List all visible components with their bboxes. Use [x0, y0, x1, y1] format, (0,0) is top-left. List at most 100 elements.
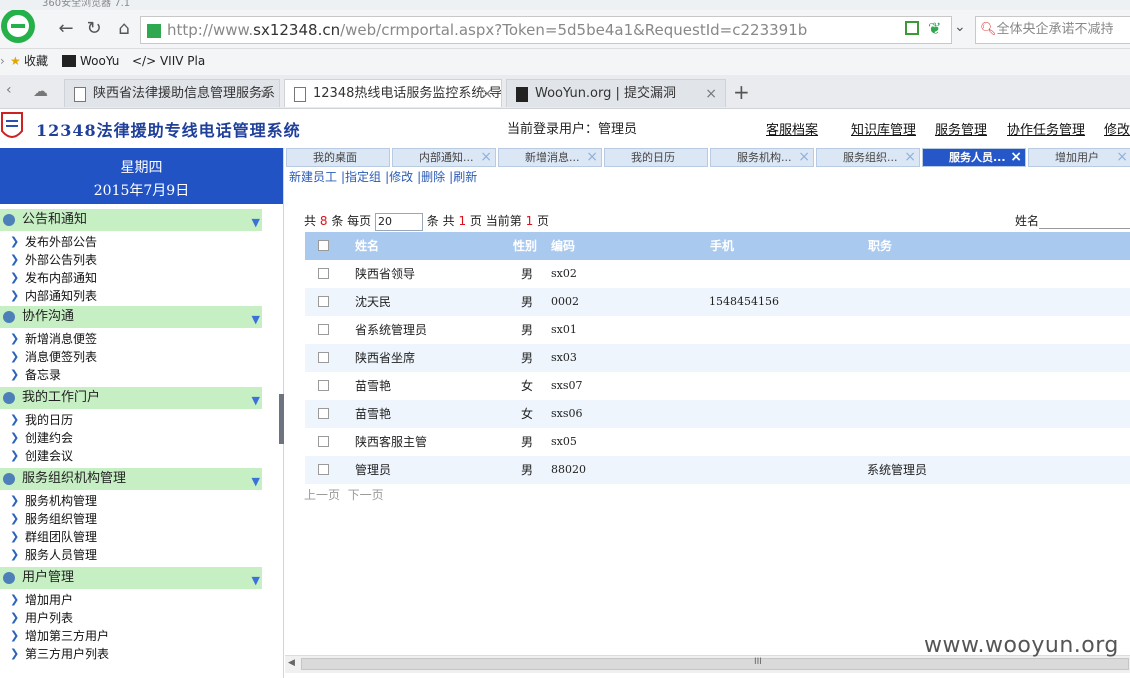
- close-icon[interactable]: ×: [705, 80, 717, 107]
- nav-task-management[interactable]: 协作任务管理: [1007, 119, 1085, 138]
- row-checkbox[interactable]: [318, 408, 329, 419]
- sidebar-section-2[interactable]: 我的工作门户 ▼: [0, 387, 262, 409]
- row-checkbox[interactable]: [318, 436, 329, 447]
- close-icon[interactable]: ×: [1116, 149, 1128, 166]
- sidebar-item[interactable]: ❯ 外部公告列表: [0, 251, 262, 269]
- browser-tab-2[interactable]: 12348热线电话服务监控系统-导 ×: [284, 79, 502, 107]
- sidebar-item[interactable]: ❯ 第三方用户列表: [0, 645, 262, 663]
- scrollbar-thumb[interactable]: III: [301, 657, 1129, 670]
- back-button[interactable]: ←: [55, 18, 77, 40]
- home-button[interactable]: ⌂: [113, 18, 135, 40]
- row-checkbox[interactable]: [318, 296, 329, 307]
- scroll-left-icon[interactable]: ◀: [288, 658, 295, 668]
- sidebar-section-0[interactable]: 公告和通知 ▼: [0, 209, 262, 231]
- inner-tab-3[interactable]: 我的日历: [604, 148, 708, 167]
- table-row[interactable]: 省系统管理员 男 sx01: [305, 316, 1130, 344]
- new-employee-button[interactable]: 新建员工: [289, 170, 337, 184]
- sidebar-item[interactable]: ❯ 服务人员管理: [0, 546, 262, 564]
- prev-page-link[interactable]: 上一页: [304, 488, 340, 502]
- collapse-icon[interactable]: ▼: [252, 471, 260, 493]
- sidebar-item[interactable]: ❯ 创建会议: [0, 447, 262, 465]
- sidebar-item[interactable]: ❯ 发布内部通知: [0, 269, 262, 287]
- close-icon[interactable]: ×: [259, 80, 271, 107]
- sidebar-item[interactable]: ❯ 发布外部公告: [0, 233, 262, 251]
- cloud-icon[interactable]: ☁: [33, 82, 48, 100]
- chevron-down-icon[interactable]: ⌄: [954, 19, 966, 35]
- collapse-icon[interactable]: ▼: [252, 212, 260, 234]
- bookmark-wooyu[interactable]: WooYu: [80, 49, 119, 73]
- leaf-icon[interactable]: ❦: [928, 19, 941, 38]
- close-icon[interactable]: ×: [481, 80, 493, 107]
- sidebar-item[interactable]: ❯ 我的日历: [0, 411, 262, 429]
- inner-tab-0[interactable]: 我的桌面: [286, 148, 390, 167]
- sidebar-section-1[interactable]: 协作沟通 ▼: [0, 306, 262, 328]
- header-code[interactable]: 编码: [551, 232, 575, 260]
- inner-tab-5[interactable]: 服务组织... ×: [816, 148, 920, 167]
- table-row[interactable]: 陕西省领导 男 sx02: [305, 260, 1130, 288]
- sidebar-item[interactable]: ❯ 群组团队管理: [0, 528, 262, 546]
- chevron-left-icon[interactable]: ‹: [6, 82, 12, 98]
- table-row[interactable]: 管理员 男 88020 系统管理员: [305, 456, 1130, 484]
- close-icon[interactable]: ×: [480, 149, 492, 166]
- url-field[interactable]: http://www.sx12348.cn/web/crmportal.aspx…: [140, 16, 952, 44]
- header-gender[interactable]: 性别: [513, 232, 537, 260]
- inner-tab-4[interactable]: 服务机构... ×: [710, 148, 814, 167]
- sidebar-splitter[interactable]: [279, 394, 284, 444]
- collapse-icon[interactable]: ▼: [252, 570, 260, 592]
- edit-button[interactable]: |修改: [385, 170, 413, 184]
- new-tab-button[interactable]: +: [733, 80, 750, 104]
- table-row[interactable]: 陕西客服主管 男 sx05: [305, 428, 1130, 456]
- row-checkbox[interactable]: [318, 380, 329, 391]
- table-row[interactable]: 沈天民 男 0002 1548454156: [305, 288, 1130, 316]
- sidebar-item[interactable]: ❯ 用户列表: [0, 609, 262, 627]
- row-checkbox[interactable]: [318, 464, 329, 475]
- close-icon[interactable]: ×: [798, 149, 810, 166]
- sidebar-item[interactable]: ❯ 增加用户: [0, 591, 262, 609]
- bookmark-favorites[interactable]: 收藏: [24, 49, 48, 73]
- close-icon[interactable]: ×: [904, 149, 916, 166]
- nav-knowledge-base[interactable]: 知识库管理: [851, 119, 916, 138]
- header-name[interactable]: 姓名: [355, 232, 379, 260]
- row-checkbox[interactable]: [318, 352, 329, 363]
- sidebar-item[interactable]: ❯ 创建约会: [0, 429, 262, 447]
- sidebar-item[interactable]: ❯ 服务机构管理: [0, 492, 262, 510]
- nav-service-management[interactable]: 服务管理: [935, 119, 987, 138]
- sidebar-item[interactable]: ❯ 服务组织管理: [0, 510, 262, 528]
- table-row[interactable]: 陕西省坐席 男 sx03: [305, 344, 1130, 372]
- nav-modify[interactable]: 修改: [1104, 119, 1130, 138]
- sidebar-section-3[interactable]: 服务组织机构管理 ▼: [0, 468, 262, 490]
- select-all-checkbox[interactable]: [318, 240, 329, 251]
- browser-tab-1[interactable]: 陕西省法律援助信息管理服务系 ×: [64, 79, 280, 107]
- assign-group-button[interactable]: |指定组: [341, 170, 381, 184]
- page-size-input[interactable]: 20: [374, 212, 423, 231]
- row-checkbox[interactable]: [318, 324, 329, 335]
- browser-tab-3[interactable]: WooYun.org | 提交漏洞 ×: [506, 79, 726, 107]
- inner-tab-2[interactable]: 新增消息... ×: [498, 148, 602, 167]
- sidebar-section-4[interactable]: 用户管理 ▼: [0, 567, 262, 589]
- table-row[interactable]: 苗雪艳 女 sxs07: [305, 372, 1130, 400]
- qr-code-icon[interactable]: [905, 21, 919, 35]
- collapse-icon[interactable]: ▼: [252, 309, 260, 331]
- refresh-grid-button[interactable]: |刷新: [449, 170, 477, 184]
- sidebar-item[interactable]: ❯ 内部通知列表: [0, 287, 262, 305]
- search-input[interactable]: 🔍︎全体央企承诺不减持: [975, 16, 1130, 44]
- sidebar-item[interactable]: ❯ 消息便签列表: [0, 348, 262, 366]
- next-page-link[interactable]: 下一页: [348, 488, 384, 502]
- inner-tab-6[interactable]: 服务人员... ×: [922, 148, 1026, 167]
- close-icon[interactable]: ×: [586, 149, 598, 166]
- header-title[interactable]: 职务: [868, 232, 892, 260]
- inner-tab-1[interactable]: 内部通知... ×: [392, 148, 496, 167]
- row-checkbox[interactable]: [318, 268, 329, 279]
- refresh-button[interactable]: ↻: [83, 18, 105, 40]
- header-phone[interactable]: 手机: [710, 232, 734, 260]
- sidebar-item[interactable]: ❯ 新增消息便签: [0, 330, 262, 348]
- sidebar-item[interactable]: ❯ 增加第三方用户: [0, 627, 262, 645]
- table-row[interactable]: 苗雪艳 女 sxs06: [305, 400, 1130, 428]
- delete-button[interactable]: |删除: [417, 170, 445, 184]
- close-icon[interactable]: ×: [1010, 149, 1022, 166]
- bookmark-viiv[interactable]: </> VIIV Pla: [132, 49, 205, 73]
- collapse-icon[interactable]: ▼: [252, 390, 260, 412]
- name-filter-input[interactable]: [1039, 214, 1130, 229]
- inner-tab-7[interactable]: 增加用户 ×: [1028, 148, 1130, 167]
- sidebar-item[interactable]: ❯ 备忘录: [0, 366, 262, 384]
